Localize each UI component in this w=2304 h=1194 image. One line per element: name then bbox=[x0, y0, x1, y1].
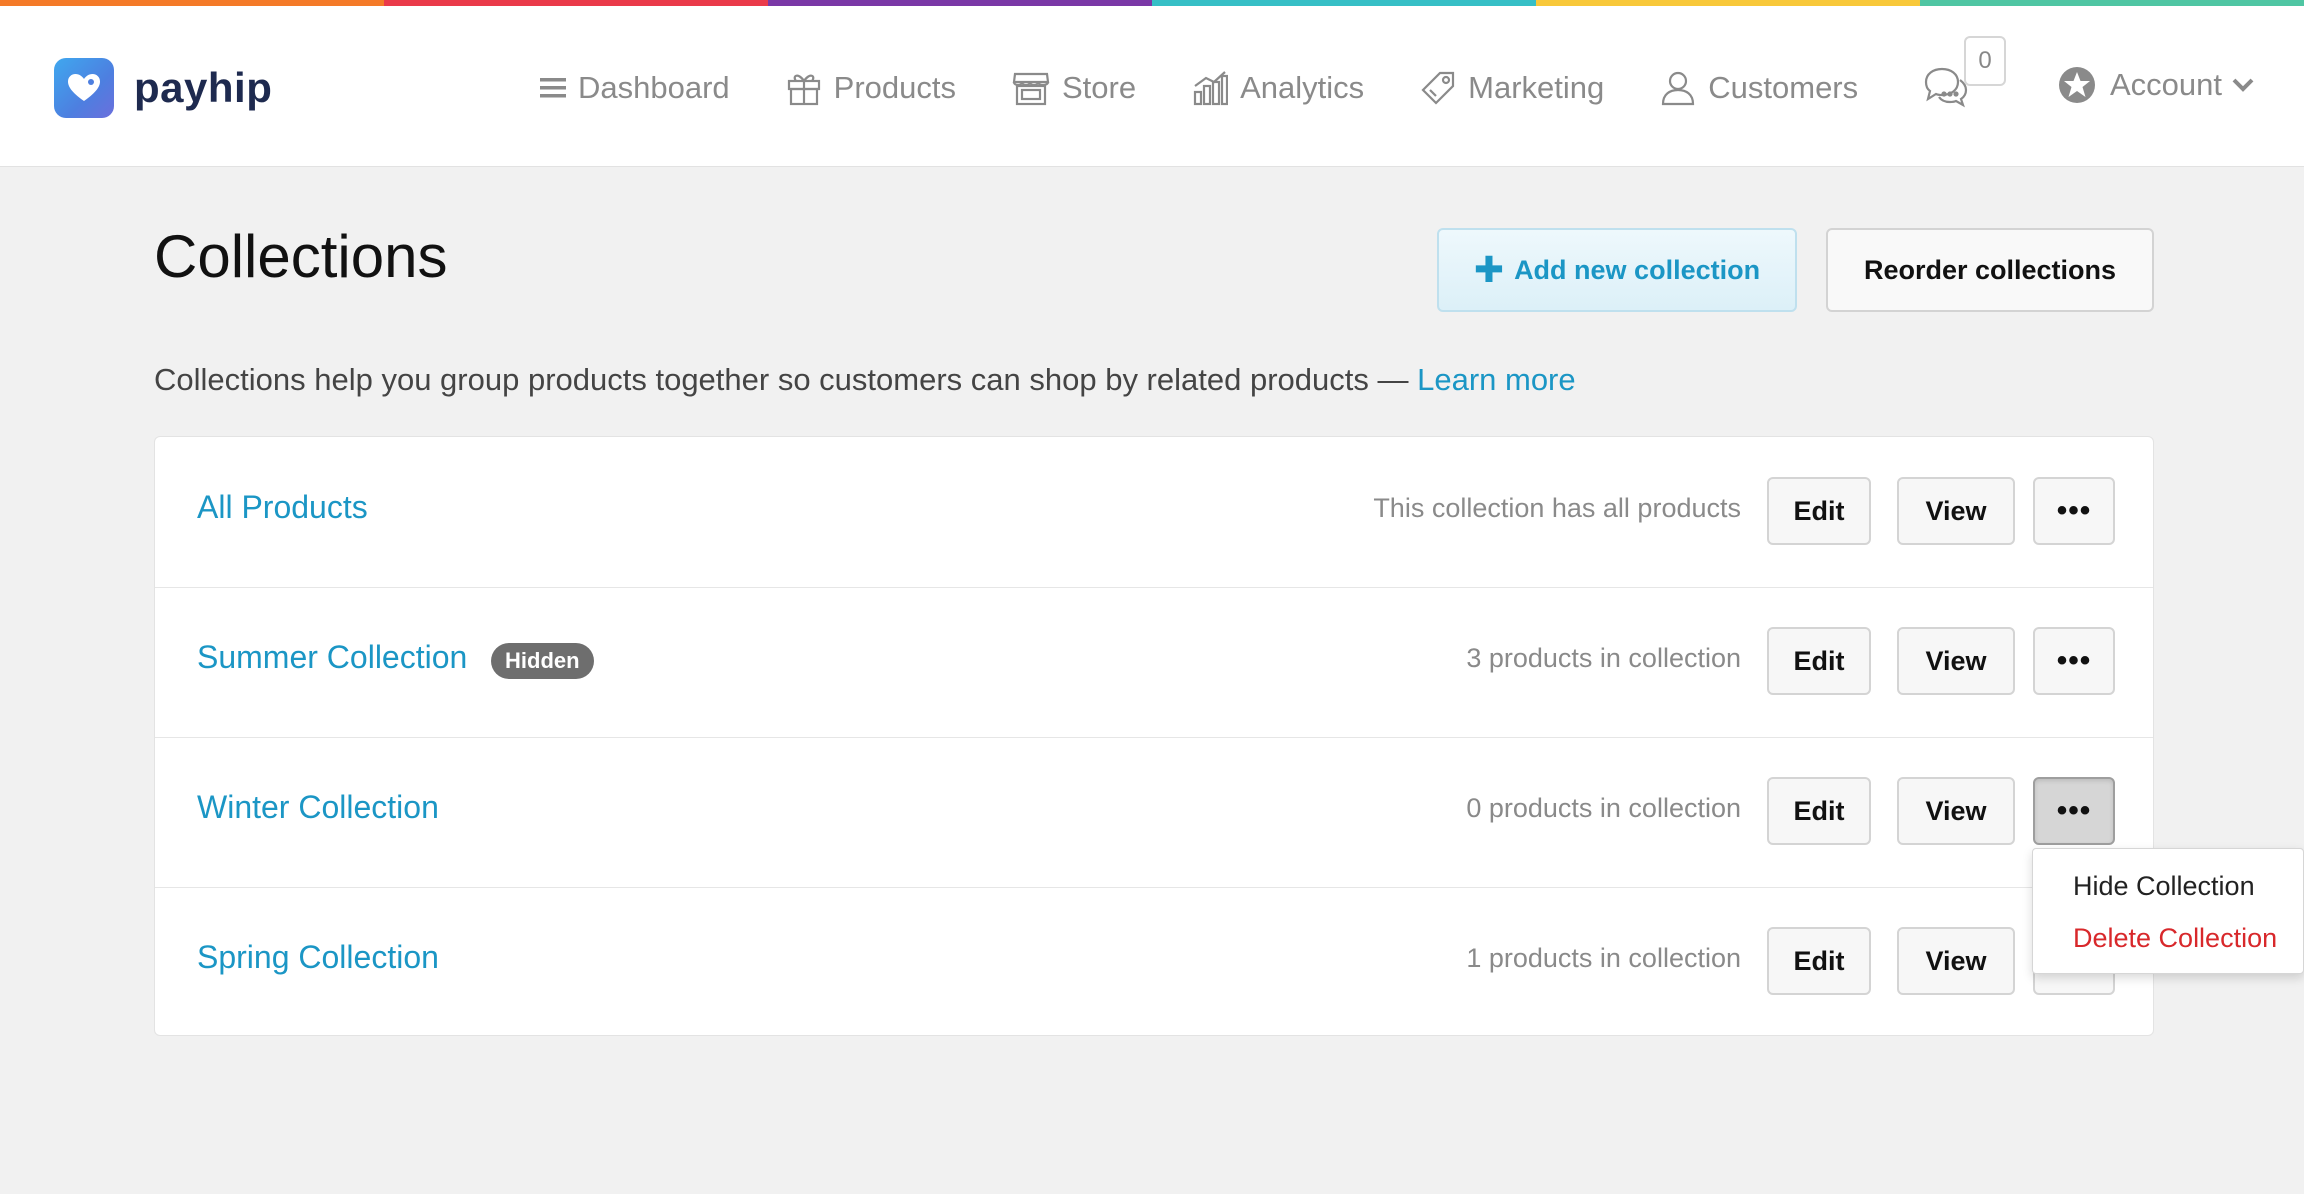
nav-marketing[interactable]: Marketing bbox=[1420, 70, 1604, 106]
nav-customers-label: Customers bbox=[1708, 70, 1859, 105]
chat-icon bbox=[1924, 67, 1968, 108]
account-label: Account bbox=[2110, 67, 2223, 102]
collection-count: This collection has all products bbox=[1373, 493, 1741, 523]
view-button[interactable]: View bbox=[1897, 477, 2015, 545]
collection-row: Spring Collection 1 products in collecti… bbox=[155, 887, 2153, 1037]
collection-count: 3 products in collection bbox=[1466, 643, 1741, 673]
view-button[interactable]: View bbox=[1897, 627, 2015, 695]
nav-products-label: Products bbox=[833, 70, 956, 105]
star-icon bbox=[2059, 67, 2095, 103]
collection-name[interactable]: Summer Collection bbox=[197, 639, 467, 676]
nav-store-label: Store bbox=[1062, 70, 1137, 105]
top-header: payhip Dashboard Products Store Analytic… bbox=[0, 6, 2304, 167]
nav-dashboard[interactable]: Dashboard bbox=[540, 70, 730, 106]
add-collection-button[interactable]: ✚ Add new collection bbox=[1437, 228, 1797, 312]
collection-count: 0 products in collection bbox=[1466, 793, 1741, 823]
chevron-down-icon bbox=[2232, 78, 2254, 92]
intro-text: Collections help you group products toge… bbox=[154, 362, 1576, 398]
user-icon bbox=[1662, 71, 1695, 106]
plus-icon: ✚ bbox=[1473, 249, 1505, 290]
messages-button[interactable] bbox=[1922, 66, 1968, 112]
view-button[interactable]: View bbox=[1897, 777, 2015, 845]
messages-count-badge: 0 bbox=[1964, 36, 2006, 86]
intro-description: Collections help you group products toge… bbox=[154, 362, 1418, 397]
collection-row: Summer Collection Hidden 3 products in c… bbox=[155, 587, 2153, 738]
more-options-button-active[interactable]: ••• bbox=[2033, 777, 2115, 845]
account-menu[interactable]: Account bbox=[2058, 66, 2254, 104]
delete-collection-item[interactable]: Delete Collection bbox=[2073, 923, 2277, 954]
reorder-collections-button[interactable]: Reorder collections bbox=[1826, 228, 2154, 312]
tag-icon bbox=[1421, 71, 1455, 105]
store-icon bbox=[1012, 72, 1050, 106]
edit-button[interactable]: Edit bbox=[1767, 927, 1871, 995]
logo-text: payhip bbox=[134, 64, 273, 111]
learn-more-link[interactable]: Learn more bbox=[1417, 362, 1576, 397]
nav-analytics[interactable]: Analytics bbox=[1192, 70, 1364, 106]
collection-name[interactable]: Spring Collection bbox=[197, 939, 439, 976]
nav-dashboard-label: Dashboard bbox=[578, 70, 730, 105]
page-title: Collections bbox=[154, 223, 448, 290]
chart-icon bbox=[1194, 71, 1229, 106]
collections-list: All Products This collection has all pro… bbox=[154, 436, 2154, 1036]
nav-store[interactable]: Store bbox=[1012, 70, 1136, 106]
nav-marketing-label: Marketing bbox=[1468, 70, 1605, 105]
edit-button[interactable]: Edit bbox=[1767, 777, 1871, 845]
hide-collection-item[interactable]: Hide Collection bbox=[2073, 871, 2255, 902]
collection-row: Winter Collection 0 products in collecti… bbox=[155, 737, 2153, 888]
logo-icon bbox=[54, 58, 114, 118]
nav-customers[interactable]: Customers bbox=[1660, 70, 1858, 106]
add-collection-label: Add new collection bbox=[1514, 254, 1761, 285]
payhip-logo[interactable]: payhip bbox=[54, 58, 272, 118]
hidden-badge: Hidden bbox=[491, 643, 594, 679]
nav-analytics-label: Analytics bbox=[1240, 70, 1365, 105]
main-nav: Dashboard Products Store Analytics Marke… bbox=[540, 60, 1914, 116]
more-options-button[interactable]: ••• bbox=[2033, 477, 2115, 545]
collection-name[interactable]: Winter Collection bbox=[197, 789, 439, 826]
view-button[interactable]: View bbox=[1897, 927, 2015, 995]
more-options-button[interactable]: ••• bbox=[2033, 627, 2115, 695]
collection-name[interactable]: All Products bbox=[197, 489, 368, 526]
gift-icon bbox=[787, 74, 820, 106]
collection-count: 1 products in collection bbox=[1466, 943, 1741, 973]
menu-icon bbox=[540, 78, 566, 98]
collection-options-menu: Hide Collection Delete Collection bbox=[2032, 848, 2304, 974]
edit-button[interactable]: Edit bbox=[1767, 477, 1871, 545]
edit-button[interactable]: Edit bbox=[1767, 627, 1871, 695]
collection-row: All Products This collection has all pro… bbox=[155, 437, 2153, 588]
nav-products[interactable]: Products bbox=[786, 70, 956, 106]
